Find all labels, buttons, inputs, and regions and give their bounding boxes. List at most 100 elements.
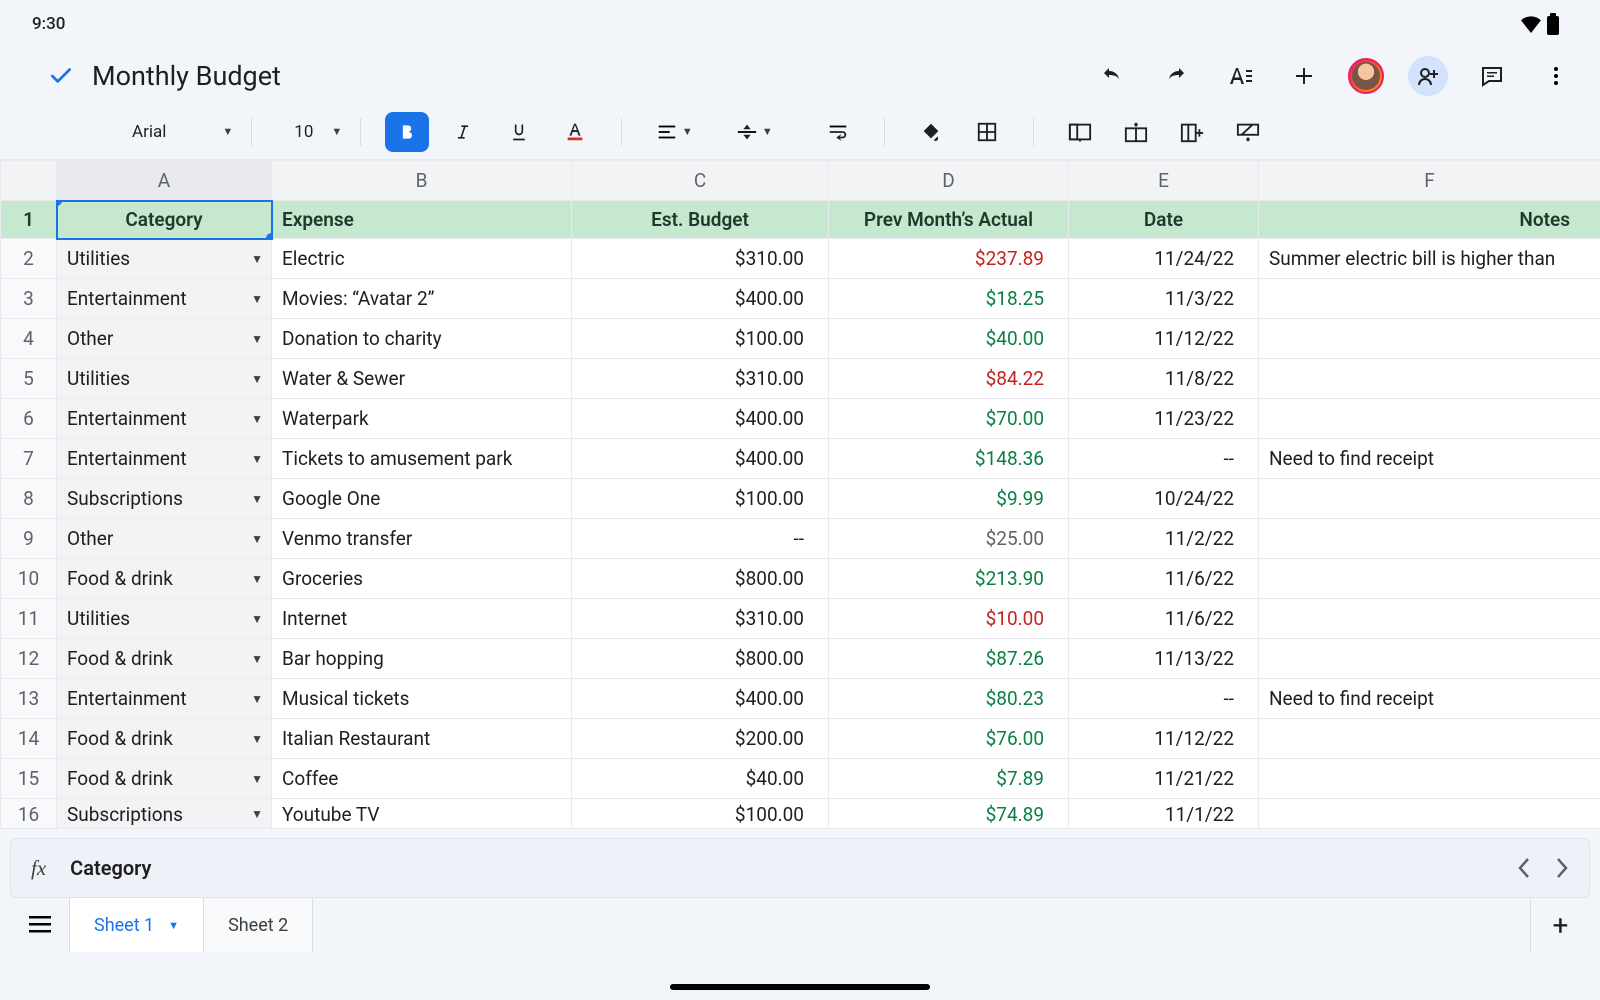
table-row[interactable]: 13Entertainment▼Musical tickets$400.00$8… — [1, 679, 1600, 719]
cell[interactable]: $9.99 — [829, 479, 1069, 519]
row-number[interactable]: 3 — [1, 279, 57, 319]
table-row[interactable]: 6Entertainment▼Waterpark$400.00$70.0011/… — [1, 399, 1600, 439]
row-number[interactable]: 8 — [1, 479, 57, 519]
cell[interactable]: Movies: “Avatar 2” — [272, 279, 572, 319]
insert-column-button[interactable] — [1170, 112, 1214, 152]
column-header-b[interactable]: B — [272, 161, 572, 201]
chevron-down-icon[interactable]: ▼ — [251, 732, 263, 746]
cell[interactable]: Youtube TV — [272, 799, 572, 829]
sheet-tab-1[interactable]: Sheet 1▼ — [70, 898, 204, 952]
cell[interactable]: $310.00 — [572, 599, 829, 639]
row-number[interactable]: 5 — [1, 359, 57, 399]
cell[interactable]: $310.00 — [572, 359, 829, 399]
cell[interactable]: $800.00 — [572, 639, 829, 679]
row-number[interactable]: 6 — [1, 399, 57, 439]
cell[interactable]: -- — [1069, 439, 1259, 479]
cell[interactable]: Donation to charity — [272, 319, 572, 359]
formula-value[interactable]: Category — [70, 856, 151, 880]
cell[interactable]: $800.00 — [572, 559, 829, 599]
cell[interactable]: $18.25 — [829, 279, 1069, 319]
document-title[interactable]: Monthly Budget — [92, 60, 281, 92]
cell[interactable]: $84.22 — [829, 359, 1069, 399]
row-number[interactable]: 1 — [1, 201, 57, 239]
header-row[interactable]: 1 Category Expense Est. Budget Prev Mont… — [1, 201, 1600, 239]
row-number[interactable]: 15 — [1, 759, 57, 799]
row-number[interactable]: 9 — [1, 519, 57, 559]
underline-button[interactable] — [497, 112, 541, 152]
cell[interactable] — [1259, 639, 1600, 679]
table-row[interactable]: 2Utilities▼Electric$310.00$237.8911/24/2… — [1, 239, 1600, 279]
add-button[interactable] — [1284, 56, 1324, 96]
chevron-down-icon[interactable]: ▼ — [251, 532, 263, 546]
chevron-down-icon[interactable]: ▼ — [251, 807, 263, 821]
cell[interactable] — [1259, 319, 1600, 359]
row-number[interactable]: 2 — [1, 239, 57, 279]
cell[interactable] — [1259, 599, 1600, 639]
cell[interactable]: -- — [572, 519, 829, 559]
italic-button[interactable] — [441, 112, 485, 152]
cell[interactable]: Tickets to amusement park — [272, 439, 572, 479]
cell[interactable]: Notes — [1259, 201, 1600, 239]
row-number[interactable]: 11 — [1, 599, 57, 639]
cell[interactable]: 11/12/22 — [1069, 719, 1259, 759]
navigation-handle[interactable] — [670, 984, 930, 990]
cell[interactable]: $100.00 — [572, 479, 829, 519]
text-format-button[interactable] — [1220, 56, 1260, 96]
spreadsheet-grid[interactable]: A B C D E F 1 Category Expense Est. Budg… — [0, 160, 1600, 829]
cell[interactable] — [1259, 759, 1600, 799]
cell[interactable]: 11/1/22 — [1069, 799, 1259, 829]
cell[interactable]: $200.00 — [572, 719, 829, 759]
cell[interactable]: Bar hopping — [272, 639, 572, 679]
cell[interactable] — [1259, 719, 1600, 759]
chevron-down-icon[interactable]: ▼ — [251, 692, 263, 706]
category-dropdown-cell[interactable]: Food & drink▼ — [57, 559, 272, 599]
cell[interactable]: $310.00 — [572, 239, 829, 279]
cell[interactable]: Coffee — [272, 759, 572, 799]
cell[interactable]: 11/24/22 — [1069, 239, 1259, 279]
freeze-button[interactable] — [1058, 112, 1102, 152]
table-row[interactable]: 9Other▼Venmo transfer--$25.0011/2/22 — [1, 519, 1600, 559]
cell[interactable]: Prev Month’s Actual — [829, 201, 1069, 239]
font-size-select[interactable]: 10▼ — [294, 122, 342, 142]
table-row[interactable]: 14Food & drink▼Italian Restaurant$200.00… — [1, 719, 1600, 759]
cell[interactable]: $400.00 — [572, 279, 829, 319]
category-dropdown-cell[interactable]: Entertainment▼ — [57, 279, 272, 319]
cell[interactable]: $400.00 — [572, 399, 829, 439]
more-menu-button[interactable] — [1536, 56, 1576, 96]
column-header-f[interactable]: F — [1259, 161, 1600, 201]
cell[interactable]: $70.00 — [829, 399, 1069, 439]
table-row[interactable]: 10Food & drink▼Groceries$800.00$213.9011… — [1, 559, 1600, 599]
cell[interactable] — [1259, 519, 1600, 559]
cell-a1-selected[interactable]: Category — [57, 201, 272, 239]
cell[interactable] — [1259, 399, 1600, 439]
cell[interactable]: 11/13/22 — [1069, 639, 1259, 679]
row-number[interactable]: 7 — [1, 439, 57, 479]
cell[interactable]: $76.00 — [829, 719, 1069, 759]
cell[interactable]: Date — [1069, 201, 1259, 239]
cell[interactable]: 11/21/22 — [1069, 759, 1259, 799]
fill-color-button[interactable] — [909, 112, 953, 152]
fx-next-button[interactable] — [1555, 857, 1569, 879]
row-number[interactable]: 13 — [1, 679, 57, 719]
font-family-select[interactable]: Arial▼ — [132, 122, 233, 142]
borders-button[interactable] — [965, 112, 1009, 152]
category-dropdown-cell[interactable]: Entertainment▼ — [57, 679, 272, 719]
cell[interactable]: -- — [1069, 679, 1259, 719]
cell[interactable]: Waterpark — [272, 399, 572, 439]
cell[interactable]: Est. Budget — [572, 201, 829, 239]
chevron-down-icon[interactable]: ▼ — [251, 292, 263, 306]
cell[interactable]: $74.89 — [829, 799, 1069, 829]
horizontal-align-button[interactable]: ▼ — [646, 112, 702, 152]
table-row[interactable]: 5Utilities▼Water & Sewer$310.00$84.2211/… — [1, 359, 1600, 399]
cell[interactable]: $87.26 — [829, 639, 1069, 679]
cell[interactable]: $400.00 — [572, 679, 829, 719]
row-number[interactable]: 12 — [1, 639, 57, 679]
cell[interactable]: Internet — [272, 599, 572, 639]
cell[interactable]: Water & Sewer — [272, 359, 572, 399]
cell[interactable]: $7.89 — [829, 759, 1069, 799]
cell[interactable]: Summer electric bill is higher than — [1259, 239, 1600, 279]
cell[interactable] — [1259, 479, 1600, 519]
cell[interactable]: $148.36 — [829, 439, 1069, 479]
cell[interactable] — [1259, 359, 1600, 399]
comments-button[interactable] — [1472, 56, 1512, 96]
